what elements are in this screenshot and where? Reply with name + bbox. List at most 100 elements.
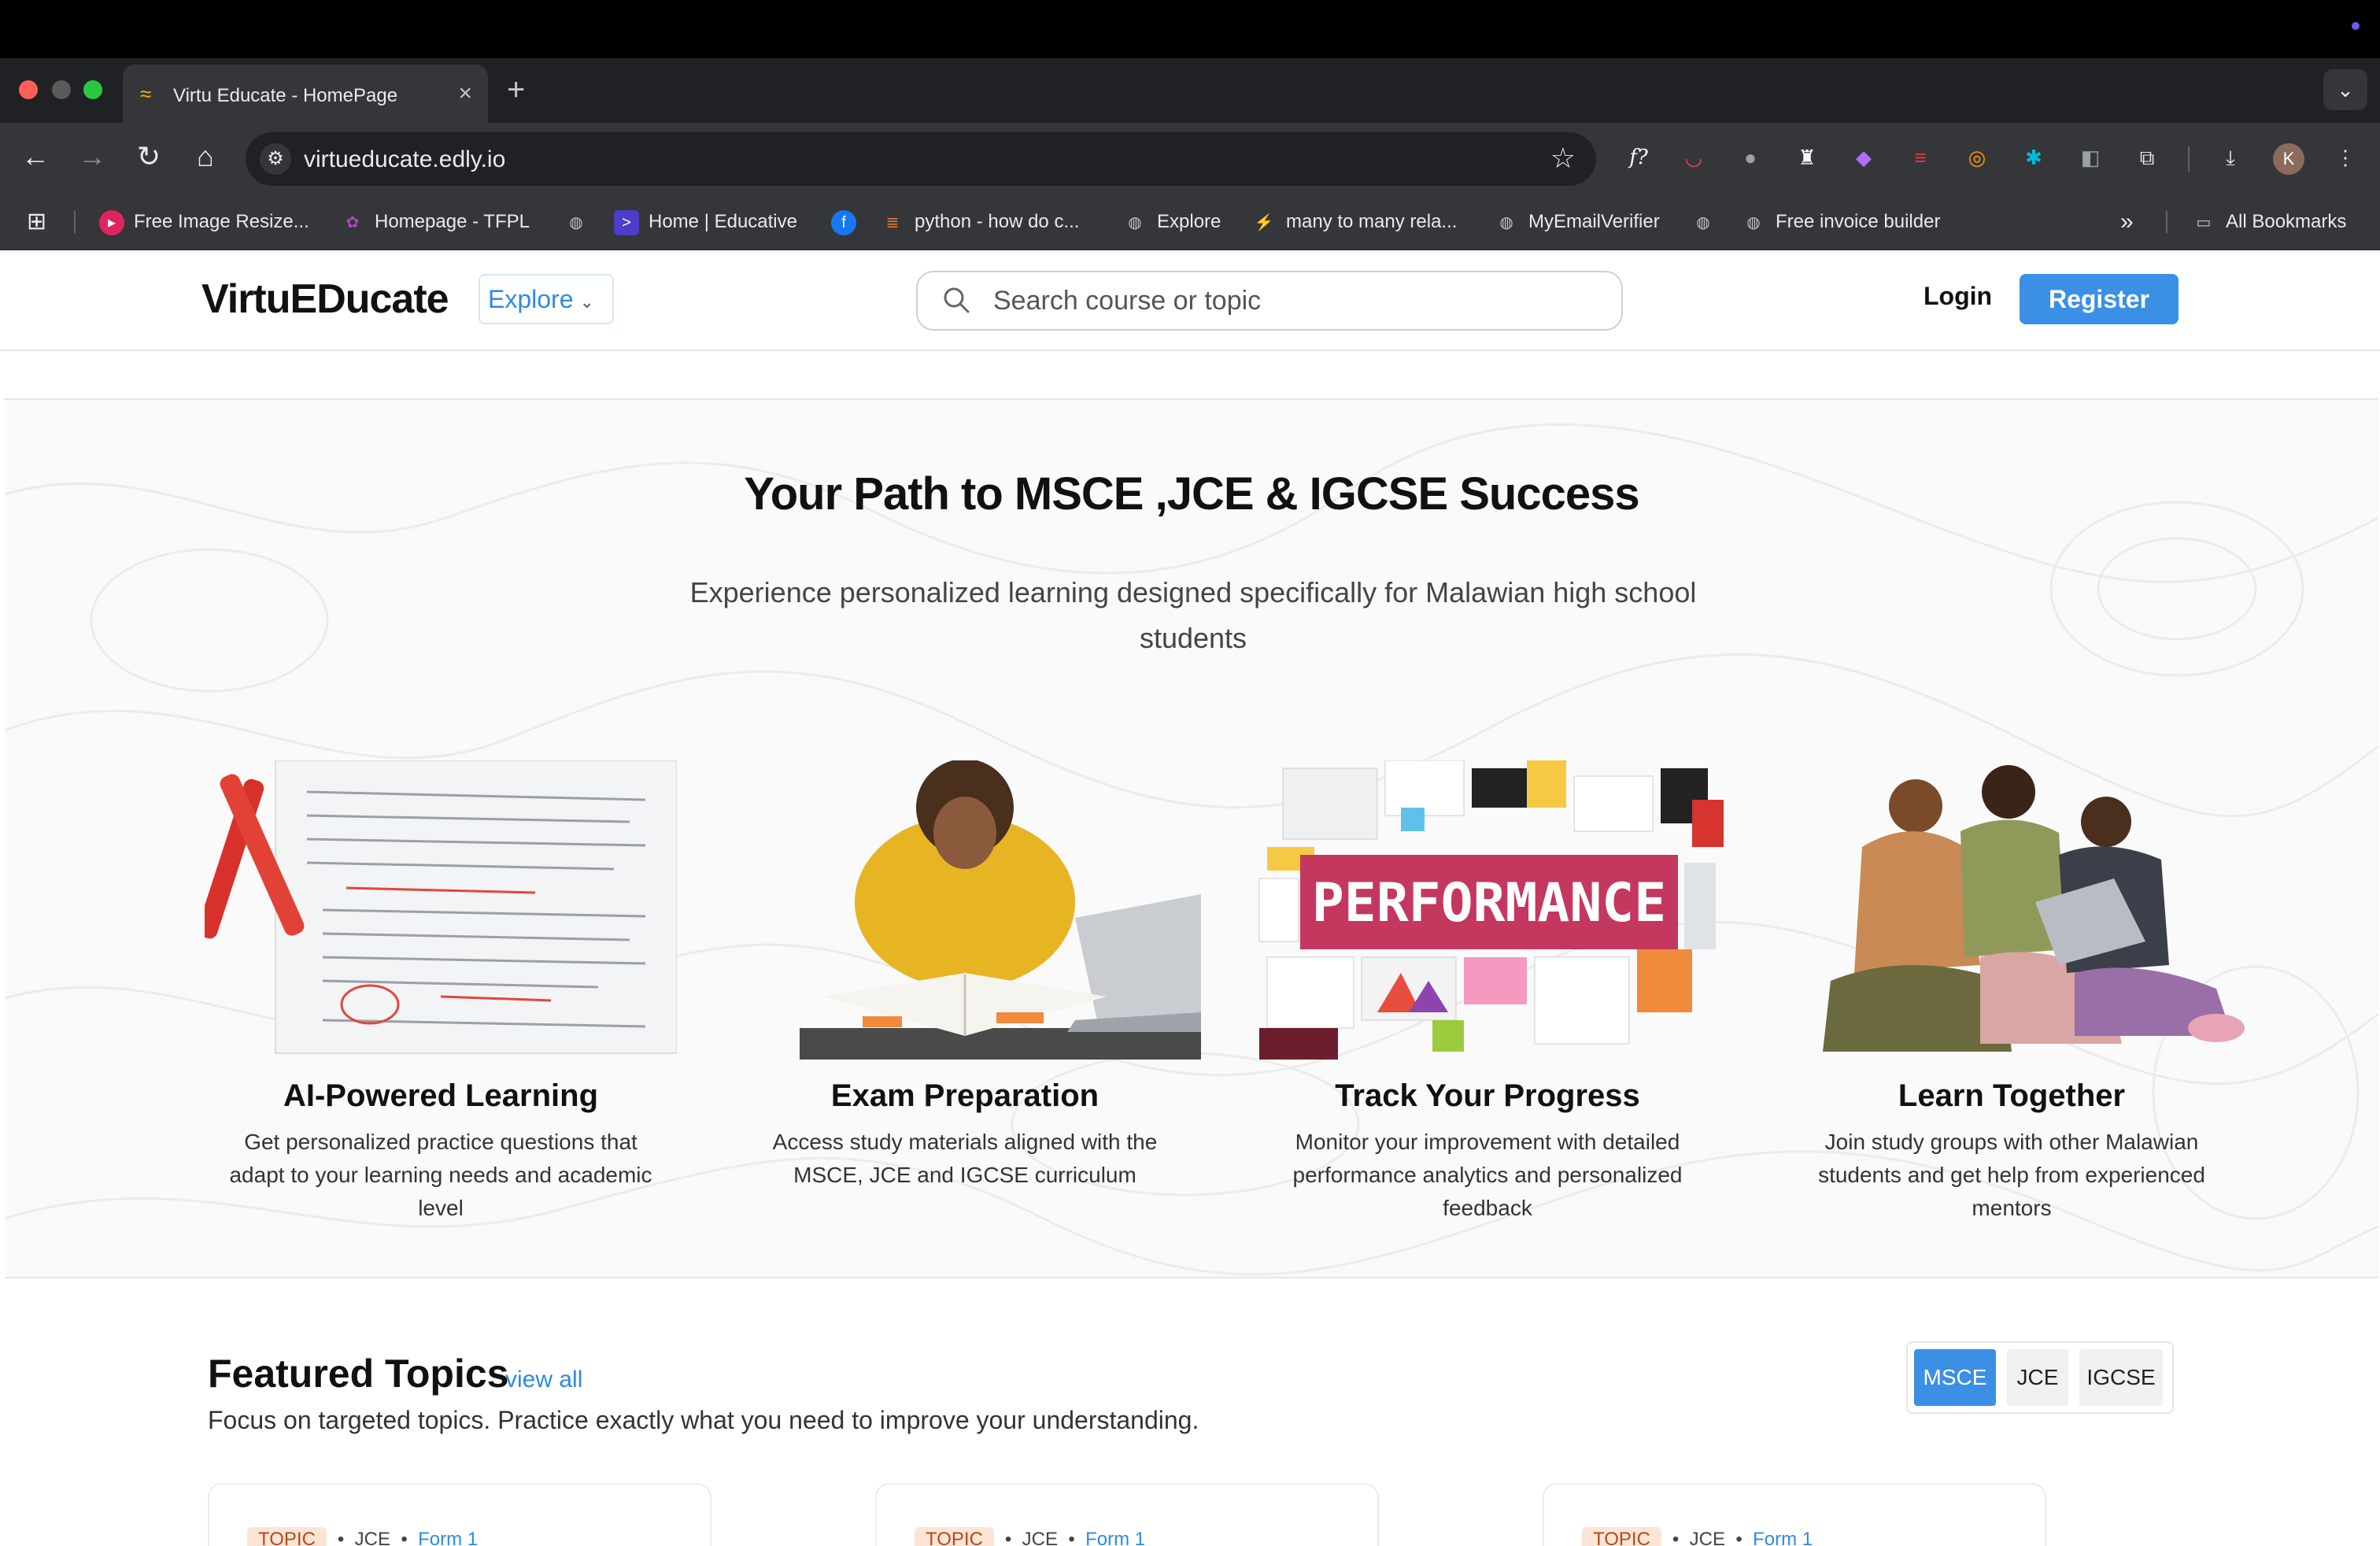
study-group-image bbox=[1823, 765, 2245, 1052]
chevron-down-icon: ⌄ bbox=[579, 292, 594, 312]
back-icon[interactable]: ← bbox=[17, 140, 54, 173]
minimize-window-button[interactable] bbox=[52, 80, 71, 99]
topic-form-link[interactable]: Form 1 bbox=[1085, 1529, 1145, 1546]
stackoverflow-icon: ≣ bbox=[885, 213, 900, 231]
forward-icon[interactable]: → bbox=[74, 140, 110, 173]
globe-icon: ◍ bbox=[1499, 213, 1513, 231]
tab-title: Virtu Educate - HomePage bbox=[173, 85, 398, 106]
home-icon[interactable]: ⌂ bbox=[187, 140, 224, 173]
search-box[interactable] bbox=[916, 271, 1623, 331]
reload-icon[interactable]: ↻ bbox=[131, 140, 167, 173]
hero-title: Your Path to MSCE ,JCE & IGCSE Success bbox=[744, 468, 1639, 520]
performance-banner-text: PERFORMANCE bbox=[1312, 872, 1666, 934]
tab-igcse[interactable]: IGCSE bbox=[2079, 1349, 2163, 1406]
toolbar-divider bbox=[2188, 146, 2190, 172]
topic-card[interactable]: TOPIC • JCE • Form 1 bbox=[208, 1483, 711, 1546]
bookmark-item[interactable]: ◍ MyEmailVerifier bbox=[1494, 208, 1659, 236]
all-bookmarks-folder[interactable]: ▭ All Bookmarks bbox=[2191, 208, 2347, 236]
student-studying-image bbox=[800, 760, 1201, 1060]
view-all-link[interactable]: view all bbox=[505, 1367, 582, 1393]
profile-avatar[interactable]: K bbox=[2273, 143, 2304, 175]
graded-paper-image bbox=[205, 760, 677, 1054]
topic-form-link[interactable]: Form 1 bbox=[1753, 1529, 1813, 1546]
topic-level: JCE bbox=[354, 1529, 390, 1546]
topic-card[interactable]: TOPIC • JCE • Form 1 bbox=[875, 1483, 1379, 1546]
extension-icon[interactable]: ● bbox=[1735, 142, 1766, 173]
address-bar[interactable]: ⚙ virtueducate.edly.io ☆ bbox=[246, 132, 1596, 186]
feature-card: Exam Preparation Access study materials … bbox=[729, 760, 1201, 1233]
facebook-icon: f bbox=[831, 209, 856, 235]
bookmark-item[interactable]: ◍ Free invoice builder bbox=[1741, 208, 1940, 236]
close-window-button[interactable] bbox=[19, 80, 38, 99]
status-dot bbox=[2352, 22, 2360, 30]
maximize-window-button[interactable] bbox=[83, 80, 102, 99]
bookmarks-overflow-icon[interactable]: » bbox=[2120, 208, 2134, 236]
search-input[interactable] bbox=[993, 283, 1591, 318]
featured-topics-title: Featured Topics bbox=[208, 1352, 509, 1396]
site-header: VirtuEDucate Explore⌄ Login Register bbox=[0, 250, 2380, 351]
topic-tag: TOPIC bbox=[1582, 1527, 1661, 1546]
globe-icon: ◍ bbox=[1128, 213, 1142, 231]
curriculum-tabs: MSCE JCE IGCSE bbox=[1906, 1341, 2174, 1414]
formula-extension-icon[interactable]: f? bbox=[1623, 142, 1654, 173]
tfpl-icon: ✿ bbox=[346, 213, 360, 231]
topic-form-link[interactable]: Form 1 bbox=[418, 1529, 478, 1546]
puzzle-extensions-icon[interactable]: ⧉ bbox=[2131, 142, 2163, 173]
website-viewport: VirtuEDucate Explore⌄ Login Register bbox=[0, 250, 2380, 1546]
site-info-icon[interactable]: ⚙ bbox=[260, 143, 291, 175]
bookmark-item[interactable]: ✿ Homepage - TFPL bbox=[340, 208, 530, 236]
bookmark-item[interactable]: ⚡ many to many rela... bbox=[1251, 208, 1458, 236]
tab-search-chevron-icon[interactable]: ⌄ bbox=[2323, 69, 2367, 110]
database-extension-icon[interactable]: ≡ bbox=[1905, 142, 1936, 173]
explore-dropdown[interactable]: Explore ⌄ bbox=[479, 274, 614, 324]
bookmark-item[interactable]: > Home | Educative bbox=[614, 208, 797, 236]
search-icon bbox=[944, 287, 970, 313]
login-link[interactable]: Login bbox=[1924, 282, 1992, 311]
feature-text: Get personalized practice questions that… bbox=[229, 1130, 652, 1220]
site-logo[interactable]: VirtuEDucate bbox=[201, 276, 449, 323]
feature-text: Join study groups with other Malawian st… bbox=[1818, 1130, 2205, 1220]
bookmark-item[interactable]: ◍ bbox=[1691, 208, 1725, 236]
bookmark-item[interactable]: ▸ Free Image Resize... bbox=[99, 208, 309, 236]
feature-card: AI-Powered Learning Get personalized pra… bbox=[205, 760, 677, 1233]
globe-icon: ◍ bbox=[1746, 213, 1761, 231]
download-icon[interactable]: ⤓ bbox=[2215, 142, 2246, 173]
topic-meta: TOPIC • JCE • Form 1 bbox=[1582, 1527, 1813, 1546]
hero-section: Your Path to MSCE ,JCE & IGCSE Success E… bbox=[5, 398, 2378, 1278]
tab-jce[interactable]: JCE bbox=[2007, 1349, 2068, 1406]
topic-meta: TOPIC • JCE • Form 1 bbox=[915, 1527, 1145, 1546]
new-tab-icon[interactable]: + bbox=[507, 72, 525, 108]
extension-icon[interactable]: ✱ bbox=[2018, 142, 2049, 173]
feature-title: AI-Powered Learning bbox=[283, 1078, 599, 1113]
address-url[interactable]: virtueducate.edly.io bbox=[304, 146, 505, 173]
extension-icon[interactable]: ◧ bbox=[2075, 142, 2106, 173]
educative-icon: > bbox=[614, 209, 639, 235]
browser-menu-icon[interactable]: ⋮ bbox=[2330, 142, 2361, 173]
apps-grid-icon[interactable]: ⊞ bbox=[27, 208, 46, 236]
bookmark-item[interactable]: ◍ bbox=[564, 208, 598, 236]
performance-collage-image: PERFORMANCE bbox=[1258, 760, 1724, 1060]
folder-icon: ▭ bbox=[2196, 213, 2212, 231]
extension-icon[interactable]: ◆ bbox=[1848, 142, 1879, 173]
register-button[interactable]: Register bbox=[2020, 274, 2179, 324]
color-extension-icon[interactable]: ◎ bbox=[1961, 142, 1993, 173]
topic-tag: TOPIC bbox=[915, 1527, 994, 1546]
topic-tag: TOPIC bbox=[247, 1527, 327, 1546]
bookmark-item[interactable]: f bbox=[831, 208, 866, 236]
bookmark-item[interactable]: ≣ python - how do c... bbox=[880, 208, 1080, 236]
bookmark-item[interactable]: ◍ Explore bbox=[1122, 208, 1221, 236]
globe-icon: ◍ bbox=[1696, 213, 1710, 231]
explore-label: Explore bbox=[488, 285, 574, 313]
bookmarks-divider bbox=[74, 211, 76, 233]
feature-title: Track Your Progress bbox=[1335, 1078, 1640, 1113]
extension-icon[interactable]: ♜ bbox=[1791, 142, 1823, 173]
browser-tab-active[interactable]: ≈ Virtu Educate - HomePage × bbox=[123, 65, 488, 123]
topic-card[interactable]: TOPIC • JCE • Form 1 bbox=[1543, 1483, 2046, 1546]
browser-tab-strip: ≈ Virtu Educate - HomePage × + ⌄ bbox=[0, 58, 2380, 123]
featured-topics-subtitle: Focus on targeted topics. Practice exact… bbox=[208, 1406, 1199, 1434]
tab-msce[interactable]: MSCE bbox=[1914, 1349, 1996, 1406]
close-tab-icon[interactable]: × bbox=[458, 80, 472, 107]
leaf-icon: ⚡ bbox=[1254, 213, 1274, 231]
bookmark-star-icon[interactable]: ☆ bbox=[1550, 142, 1576, 175]
pocket-extension-icon[interactable]: ◡ bbox=[1678, 142, 1709, 173]
